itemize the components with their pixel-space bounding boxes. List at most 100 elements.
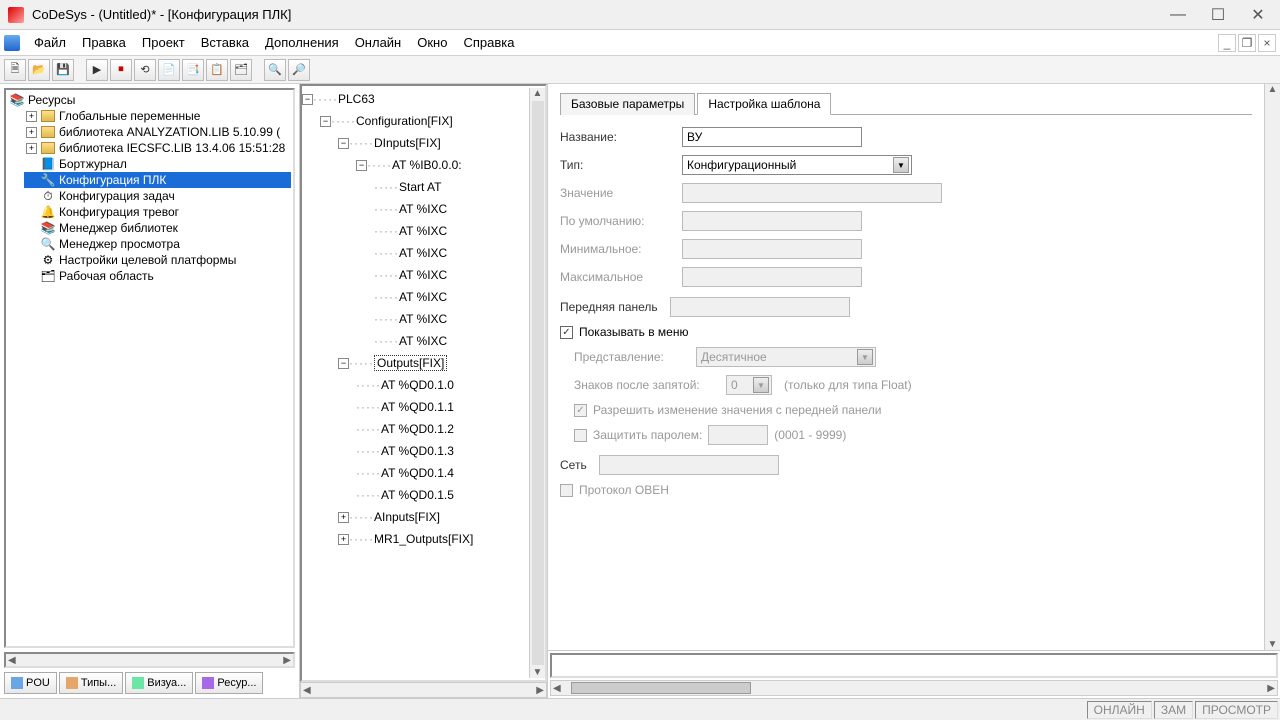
tab-pou[interactable]: POU [4,672,57,694]
menu-edit[interactable]: Правка [76,33,132,52]
resource-item[interactable]: ⚙Настройки целевой платформы [24,252,291,268]
resource-item-label: библиотека ANALYZATION.LIB 5.10.99 ( [59,125,280,139]
expander-icon[interactable]: + [26,127,37,138]
status-online: ОНЛАЙН [1087,701,1152,719]
tab-template-settings[interactable]: Настройка шаблона [697,93,831,115]
tool-doc1[interactable]: 📄 [158,59,180,81]
tool-doc2[interactable]: 📑 [182,59,204,81]
tool-find2[interactable]: 🔎 [288,59,310,81]
resource-item[interactable]: 🔔Конфигурация тревог [24,204,291,220]
menu-window[interactable]: Окно [411,33,453,52]
resources-tree[interactable]: 📚 Ресурсы +Глобальные переменные+библиот… [4,88,295,648]
expander-icon[interactable]: − [338,358,349,369]
menu-help[interactable]: Справка [457,33,520,52]
expander-icon[interactable]: − [356,160,367,171]
maximize-button[interactable]: ☐ [1198,1,1238,29]
plc-tree-label: AT %QD0.1.0 [381,378,454,392]
plc-tree-item[interactable]: ·····AT %IXC [302,330,529,352]
plc-tree-item[interactable]: ·····AT %QD0.1.5 [302,484,529,506]
tool-step[interactable]: ⟲ [134,59,156,81]
plc-tree-item[interactable]: ·····AT %QD0.1.0 [302,374,529,396]
select-type[interactable]: Конфигурационный ▼ [682,155,912,175]
plc-tree-item[interactable]: −·····AT %IB0.0.0: [302,154,529,176]
expander-icon[interactable]: + [26,111,37,122]
plc-tree-label: PLC63 [338,92,375,106]
center-hscroll[interactable]: ◀▶ [300,682,547,698]
expander-icon[interactable]: − [320,116,331,127]
resource-item[interactable]: + Глобальные переменные [24,108,291,124]
mdi-close[interactable]: × [1258,34,1276,52]
menu-online[interactable]: Онлайн [349,33,408,52]
expander-icon[interactable]: − [302,94,313,105]
menu-project[interactable]: Проект [136,33,191,52]
plc-tree-item[interactable]: −·····DInputs[FIX] [302,132,529,154]
menu-extras[interactable]: Дополнения [259,33,345,52]
left-pane: 📚 Ресурсы +Глобальные переменные+библиот… [0,84,300,698]
resource-item-label: Глобальные переменные [59,109,200,123]
tool-open[interactable]: 📂 [28,59,50,81]
resource-item[interactable]: 📘Бортжурнал [24,156,291,172]
plc-tree-item[interactable]: ·····AT %IXC [302,242,529,264]
plc-tree-item[interactable]: ·····AT %QD0.1.2 [302,418,529,440]
plc-tree-item[interactable]: +·····AInputs[FIX] [302,506,529,528]
expander-icon[interactable]: − [338,138,349,149]
plc-tree-item[interactable]: ·····AT %IXC [302,220,529,242]
label-max: Максимальное [560,270,670,284]
resource-item-label: Менеджер библиотек [59,221,178,235]
tool-find[interactable]: 🔍 [264,59,286,81]
plc-tree-item[interactable]: ·····AT %IXC [302,198,529,220]
plc-tree-item[interactable]: ·····AT %IXC [302,264,529,286]
input-name[interactable] [682,127,862,147]
tool-run[interactable]: ▶ [86,59,108,81]
mdi-minimize[interactable]: _ [1218,34,1236,52]
resource-item[interactable]: 🗂Рабочая область [24,268,291,284]
plc-tree-label: DInputs[FIX] [374,136,441,150]
plc-tree-label: Configuration[FIX] [356,114,453,128]
input-pwd [708,425,768,445]
message-hscroll[interactable]: ◀▶ [550,680,1278,696]
plc-tree-item[interactable]: ·····AT %QD0.1.1 [302,396,529,418]
checkbox-show-menu[interactable]: ✓ [560,326,573,339]
plc-tree-item[interactable]: −·····PLC63 [302,88,529,110]
close-button[interactable]: ✕ [1238,1,1278,29]
tool-save[interactable]: 💾 [52,59,74,81]
plc-tree-item[interactable]: ·····AT %QD0.1.3 [302,440,529,462]
resource-item[interactable]: +библиотека IECSFC.LIB 13.4.06 15:51:28 [24,140,291,156]
tab-visu[interactable]: Визуа... [125,672,193,694]
tab-resources[interactable]: Ресур... [195,672,263,694]
input-max [682,267,862,287]
minimize-button[interactable]: — [1158,1,1198,29]
resource-item-label: Рабочая область [59,269,154,283]
plc-tree-item[interactable]: −·····Outputs[FIX] [302,352,529,374]
expander-icon[interactable]: + [338,534,349,545]
resource-item[interactable]: 🔍Менеджер просмотра [24,236,291,252]
right-vscroll[interactable]: ▲ ▼ [1264,84,1280,650]
tool-stop[interactable]: ⏹ [110,59,132,81]
tab-types[interactable]: Типы... [59,672,123,694]
expander-icon[interactable]: + [26,143,37,154]
resource-item[interactable]: 📚Менеджер библиотек [24,220,291,236]
message-box [550,653,1278,678]
label-type: Тип: [560,158,670,172]
tool-new[interactable]: 🗎 [4,59,26,81]
plc-tree-item[interactable]: ·····AT %QD0.1.4 [302,462,529,484]
menu-file[interactable]: Файл [28,33,72,52]
tab-base-params[interactable]: Базовые параметры [560,93,695,115]
expander-icon[interactable]: + [338,512,349,523]
menu-insert[interactable]: Вставка [195,33,255,52]
plc-tree-item[interactable]: ·····AT %IXC [302,308,529,330]
plc-tree-item[interactable]: ·····Start AT [302,176,529,198]
titlebar: CoDeSys - (Untitled)* - [Конфигурация ПЛ… [0,0,1280,30]
plc-config-tree[interactable]: −·····PLC63−·····Configuration[FIX]−····… [300,84,547,682]
resource-item[interactable]: 🔧Конфигурация ПЛК [24,172,291,188]
plc-tree-item[interactable]: ·····AT %IXC [302,286,529,308]
plc-tree-item[interactable]: −·····Configuration[FIX] [302,110,529,132]
mdi-restore[interactable]: ❐ [1238,34,1256,52]
left-hscroll[interactable]: ◀▶ [4,652,295,668]
tool-doc3[interactable]: 📋 [206,59,228,81]
resource-item[interactable]: + библиотека ANALYZATION.LIB 5.10.99 ( [24,124,291,140]
tool-doc4[interactable]: 🗂 [230,59,252,81]
plc-tree-item[interactable]: +·····MR1_Outputs[FIX] [302,528,529,550]
center-vscroll[interactable]: ▲ ▼ [529,88,545,678]
resource-item[interactable]: ⏱Конфигурация задач [24,188,291,204]
